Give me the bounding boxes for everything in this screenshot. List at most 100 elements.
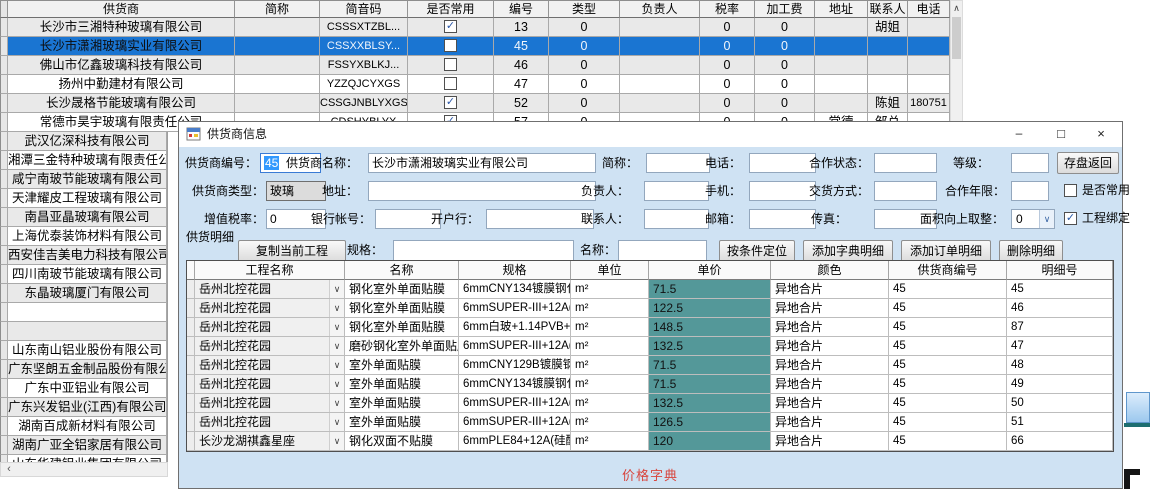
supplier-row[interactable]: 长沙晟格节能玻璃有限公司 CSSGJNBLYXGS ✓ 52 0 0 0 陈姐 … <box>0 94 950 113</box>
scroll-up-icon[interactable]: ∧ <box>951 1 962 16</box>
col-header-spec[interactable]: 规格 <box>459 261 571 280</box>
chevron-down-icon[interactable]: ∨ <box>329 318 344 336</box>
supplier-list-row[interactable]: 西安佳吉美电力科技有限公司 <box>0 246 167 265</box>
supplier-list-row[interactable]: 广东坚朗五金制品股份有限公司 <box>0 360 167 379</box>
save-return-button[interactable]: 存盘返回 <box>1057 152 1119 174</box>
delivery-method-input[interactable] <box>874 181 937 201</box>
project-combobox[interactable]: 岳州北控花园 ∨ <box>195 299 345 318</box>
col-header-supplier-id[interactable]: 供货商编号 <box>889 261 1007 280</box>
detail-row[interactable]: 长沙龙湖祺鑫星座 ∨ 钢化双面不贴膜 6mmPLE84+12A(硅酮胶... m… <box>187 432 1113 451</box>
supplier-row[interactable]: 佛山市亿鑫玻璃科技有限公司 FSSYXBLKJ... 46 0 0 0 <box>0 56 950 75</box>
col-header-address[interactable]: 地址 <box>815 0 868 18</box>
supplier-list-row[interactable]: 山东华建铝业集团有限公司 <box>0 455 167 462</box>
supplier-list-row[interactable]: 湘潭三金特种玻璃有限责任公司 <box>0 151 167 170</box>
supplier-list-row[interactable]: 广东兴发铝业(江西)有限公司 <box>0 398 167 417</box>
name-filter-input[interactable] <box>618 240 707 261</box>
close-icon[interactable]: × <box>1084 122 1118 147</box>
col-header-fee[interactable]: 加工费 <box>755 0 815 18</box>
col-header-name[interactable]: 名称 <box>345 261 459 280</box>
col-header-contact[interactable]: 联系人 <box>868 0 908 18</box>
list-horizontal-scrollbar[interactable]: ‹ <box>0 462 168 477</box>
common-checkbox[interactable]: ✓ <box>444 20 457 33</box>
col-header-common[interactable]: 是否常用 <box>408 0 494 18</box>
area-round-up-select[interactable]: 0 ∨ <box>1011 209 1055 229</box>
delete-detail-button[interactable]: 删除明细 <box>999 240 1063 262</box>
scroll-left-icon[interactable]: ‹ <box>1 463 17 476</box>
grid-vertical-scrollbar[interactable]: ∧ <box>950 0 963 132</box>
supplier-list-row[interactable]: 上海优泰装饰材料有限公司 <box>0 227 167 246</box>
project-combobox[interactable]: 岳州北控花园 ∨ <box>195 356 345 375</box>
chevron-down-icon[interactable]: ∨ <box>329 337 344 355</box>
chevron-down-icon[interactable]: ∨ <box>1039 210 1054 228</box>
project-combobox[interactable]: 岳州北控花园 ∨ <box>195 413 345 432</box>
detail-row[interactable]: 岳州北控花园 ∨ 室外单面贴膜 6mmCNY134镀膜钢化 m² 71.5 异地… <box>187 375 1113 394</box>
col-header-unit[interactable]: 单位 <box>571 261 649 280</box>
chevron-down-icon[interactable]: ∨ <box>329 432 344 450</box>
supplier-list-row[interactable]: 湖南广亚全铝家居有限公司 <box>0 436 167 455</box>
dialog-titlebar[interactable]: 供货商信息 – □ × <box>179 122 1122 147</box>
is-common-checkbox[interactable] <box>1064 184 1077 197</box>
supplier-row[interactable]: 长沙市潇湘玻璃实业有限公司 CSSXXBLSY... 45 0 0 0 <box>0 37 950 56</box>
col-header-color[interactable]: 颜色 <box>771 261 889 280</box>
detail-row[interactable]: 岳州北控花园 ∨ 室外单面贴膜 6mmSUPER-III+12A(硅... m²… <box>187 394 1113 413</box>
col-header-price[interactable]: 单价 <box>649 261 771 280</box>
supplier-row[interactable]: 扬州中勤建材有限公司 YZZQJCYXGS 47 0 0 0 <box>0 75 950 94</box>
chevron-down-icon[interactable]: ∨ <box>329 413 344 431</box>
spec-filter-input[interactable] <box>393 240 574 261</box>
detail-row[interactable]: 岳州北控花园 ∨ 室外单面贴膜 6mmSUPER-III+12A(硅... m²… <box>187 413 1113 432</box>
chevron-down-icon[interactable]: ∨ <box>329 299 344 317</box>
detail-row[interactable]: 岳州北控花园 ∨ 钢化室外单面贴膜 6mmSUPER-III+12A(硅... … <box>187 299 1113 318</box>
minimize-icon[interactable]: – <box>1002 122 1036 147</box>
detail-row[interactable]: 岳州北控花园 ∨ 磨砂钢化室外单面贴膜 6mmSUPER-III+12A(硅..… <box>187 337 1113 356</box>
detail-row[interactable]: 岳州北控花园 ∨ 钢化室外单面贴膜 6mmCNY134镀膜钢化 m² 71.5 … <box>187 280 1113 299</box>
locate-by-condition-button[interactable]: 按条件定位 <box>719 240 795 262</box>
add-order-detail-button[interactable]: 添加订单明细 <box>901 240 991 262</box>
supplier-list-row[interactable]: 南昌亚晶玻璃有限公司 <box>0 208 167 227</box>
supplier-list-row[interactable]: 武汉亿深科技有限公司 <box>0 132 167 151</box>
project-combobox[interactable]: 岳州北控花园 ∨ <box>195 394 345 413</box>
supplier-list-row[interactable]: 天津耀皮工程玻璃有限公司 <box>0 189 167 208</box>
detail-row[interactable]: 岳州北控花园 ∨ 室外单面贴膜 6mmCNY129B镀膜钢化 m² 71.5 异… <box>187 356 1113 375</box>
supplier-list-row[interactable]: 湖南百成新材料有限公司 <box>0 417 167 436</box>
supplier-list-row[interactable]: 广东中亚铝业有限公司 <box>0 379 167 398</box>
chevron-down-icon[interactable]: ∨ <box>329 356 344 374</box>
scrollbar-thumb[interactable] <box>952 17 961 59</box>
common-checkbox[interactable]: ✓ <box>444 96 457 109</box>
project-combobox[interactable]: 岳州北控花园 ∨ <box>195 318 345 337</box>
project-combobox[interactable]: 岳州北控花园 ∨ <box>195 375 345 394</box>
project-combobox[interactable]: 岳州北控花园 ∨ <box>195 280 345 299</box>
coop-status-input[interactable] <box>874 153 937 173</box>
project-bind-checkbox[interactable]: ✓ <box>1064 212 1077 225</box>
col-header-tax[interactable]: 税率 <box>700 0 755 18</box>
chevron-down-icon[interactable]: ∨ <box>329 280 344 298</box>
common-checkbox[interactable] <box>444 58 457 71</box>
add-dict-detail-button[interactable]: 添加字典明细 <box>803 240 893 262</box>
supplier-list-row[interactable]: 四川南玻节能玻璃有限公司 <box>0 265 167 284</box>
supplier-list-row[interactable] <box>0 303 167 322</box>
common-checkbox[interactable] <box>444 77 457 90</box>
supplier-row[interactable]: 长沙市三湘特种玻璃有限公司 CSSSXTZBL... ✓ 13 0 0 0 胡姐 <box>0 18 950 37</box>
address-input[interactable] <box>368 181 596 201</box>
chevron-down-icon[interactable]: ∨ <box>329 375 344 393</box>
maximize-icon[interactable]: □ <box>1044 122 1078 147</box>
project-combobox[interactable]: 长沙龙湖祺鑫星座 ∨ <box>195 432 345 451</box>
project-combobox[interactable]: 岳州北控花园 ∨ <box>195 337 345 356</box>
col-header-detail-id[interactable]: 明细号 <box>1007 261 1113 280</box>
copy-project-button[interactable]: 复制当前工程 <box>238 240 346 262</box>
col-header-supplier[interactable]: 供货商 <box>8 0 235 18</box>
common-checkbox[interactable] <box>444 39 457 52</box>
col-header-pinyin[interactable]: 简音码 <box>320 0 408 18</box>
supplier-name-input[interactable]: 长沙市潇湘玻璃实业有限公司 <box>368 153 596 173</box>
supplier-list-row[interactable]: 咸宁南玻节能玻璃有限公司 <box>0 170 167 189</box>
col-header-manager[interactable]: 负责人 <box>620 0 700 18</box>
supplier-list-row[interactable]: 东晶玻璃厦门有限公司 <box>0 284 167 303</box>
grade-input[interactable] <box>1011 153 1049 173</box>
chevron-down-icon[interactable]: ∨ <box>329 394 344 412</box>
detail-row[interactable]: 岳州北控花园 ∨ 钢化室外单面贴膜 6mm白玻+1.14PVB+6mm... m… <box>187 318 1113 337</box>
col-header-abbr[interactable]: 简称 <box>235 0 320 18</box>
supplier-list-row[interactable]: 山东南山铝业股份有限公司 <box>0 341 167 360</box>
supplier-list-row[interactable] <box>0 322 167 341</box>
col-header-project[interactable]: 工程名称 <box>195 261 345 280</box>
coop-years-input[interactable] <box>1011 181 1049 201</box>
col-header-id[interactable]: 编号 <box>494 0 549 18</box>
